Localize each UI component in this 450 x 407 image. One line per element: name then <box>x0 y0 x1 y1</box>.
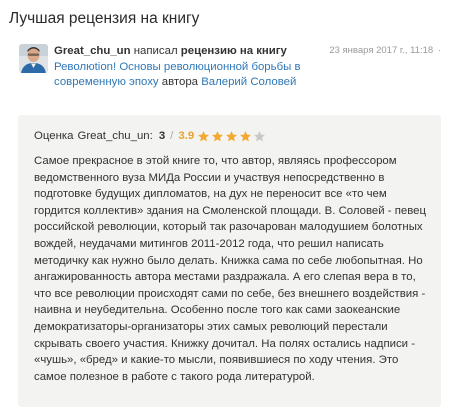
timestamp: 23 января 2017 г., 11:18 · <box>329 45 441 56</box>
rating-label: Оценка <box>34 130 74 142</box>
section-title: Лучшая рецензия на книгу <box>9 10 200 27</box>
user-avatar[interactable] <box>19 44 48 73</box>
author-word: автора <box>161 76 199 88</box>
review-text: Самое прекрасное в этой книге то, что ав… <box>34 155 427 383</box>
review-link[interactable]: рецензию на книгу <box>181 45 287 57</box>
review-header: Great_chu_un написал рецензию на книгу Р… <box>19 44 441 106</box>
star-empty-icon <box>254 130 266 141</box>
timestamp-date: 23 января 2017 г., 11:18 <box>329 45 434 56</box>
review-card: Оценка Great_chu_un: 3 / 3.9 Самое прекр… <box>18 115 441 407</box>
average-rating: 3.9 <box>178 130 195 142</box>
review-attribution: Great_chu_un написал рецензию на книгу Р… <box>54 44 339 91</box>
star-filled-icon <box>212 130 224 141</box>
user-rating-value: 3 <box>158 130 166 142</box>
username-link[interactable]: Great_chu_un <box>54 45 131 57</box>
star-rating <box>197 130 267 143</box>
wrote-text: написал <box>133 45 178 57</box>
author-link[interactable]: Валерий Соловей <box>201 76 296 88</box>
rating-row: Оценка Great_chu_un: 3 / 3.9 <box>34 129 267 143</box>
timestamp-dot: · <box>437 45 441 56</box>
rating-user: Great_chu_un: <box>77 130 153 142</box>
star-filled-icon <box>226 130 238 141</box>
rating-separator: / <box>170 130 174 142</box>
star-filled-icon <box>198 130 210 141</box>
star-filled-icon <box>240 130 252 141</box>
